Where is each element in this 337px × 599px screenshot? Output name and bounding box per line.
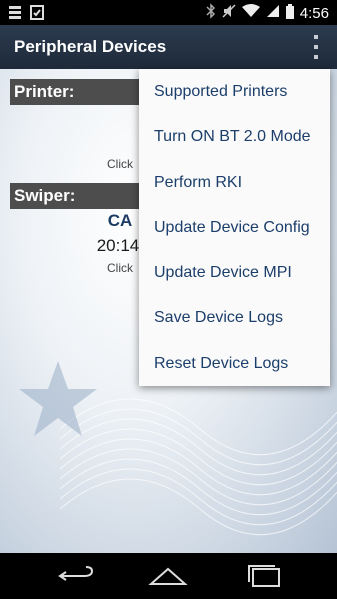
menu-item-save-device-logs[interactable]: Save Device Logs [139, 295, 330, 340]
menu-item-supported-printers[interactable]: Supported Printers [139, 69, 330, 114]
printer-click-hint[interactable]: Click [100, 157, 140, 171]
nav-bar [0, 553, 337, 599]
home-icon[interactable] [148, 564, 188, 588]
signal-icon [266, 4, 280, 22]
wifi-icon [241, 4, 260, 22]
action-bar: Peripheral Devices [0, 25, 337, 69]
menu-item-reset-device-logs[interactable]: Reset Device Logs [139, 341, 330, 386]
recent-apps-icon[interactable] [244, 564, 284, 588]
menu-item-update-device-mpi[interactable]: Update Device MPI [139, 250, 330, 295]
battery-icon [285, 3, 294, 23]
overflow-menu: Supported Printers Turn ON BT 2.0 Mode P… [139, 69, 330, 386]
page-title: Peripheral Devices [14, 37, 167, 56]
status-bar: 4:56 [0, 0, 337, 25]
star-decoration-icon [19, 361, 97, 436]
overflow-menu-icon[interactable] [311, 35, 321, 59]
swiper-header: Swiper: [10, 183, 150, 209]
swiper-click-hint[interactable]: Click [100, 261, 140, 275]
bluetooth-icon [206, 3, 216, 23]
menu-item-update-device-config[interactable]: Update Device Config [139, 205, 330, 250]
mute-icon [222, 3, 236, 23]
status-time: 4:56 [299, 4, 329, 22]
clipboard-check-icon [30, 4, 44, 24]
storage-icon [8, 4, 22, 24]
printer-header: Printer: [10, 79, 150, 105]
back-icon[interactable] [56, 564, 96, 588]
menu-item-perform-rki[interactable]: Perform RKI [139, 160, 330, 205]
swiper-status: CA [107, 211, 133, 230]
menu-item-turn-on-bt-mode[interactable]: Turn ON BT 2.0 Mode [139, 114, 330, 159]
